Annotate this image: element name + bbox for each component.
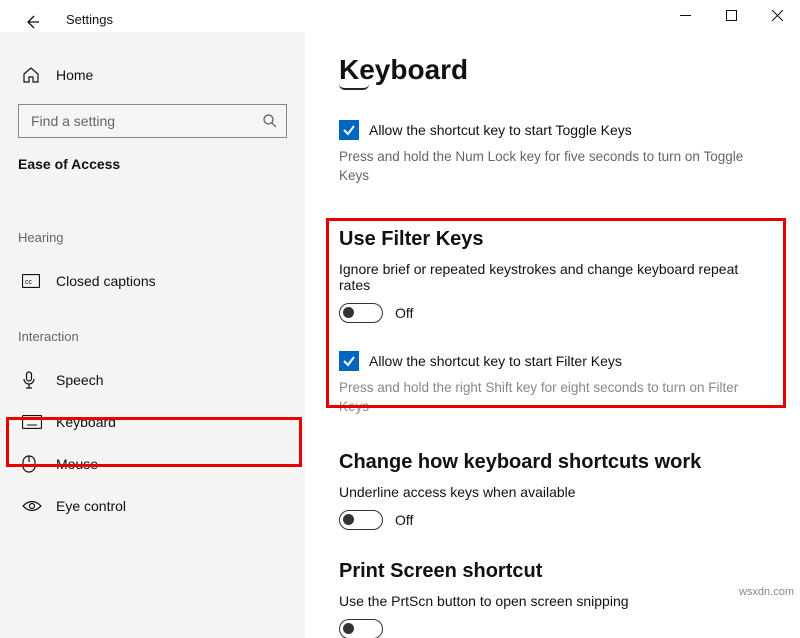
sidebar-item-keyboard[interactable]: Keyboard bbox=[0, 402, 305, 442]
printscreen-heading: Print Screen shortcut bbox=[339, 560, 770, 583]
nav-label: Closed captions bbox=[56, 273, 156, 289]
sidebar-category: Ease of Access bbox=[0, 138, 305, 172]
back-button[interactable] bbox=[20, 10, 44, 34]
toggle-keys-shortcut-checkbox[interactable] bbox=[339, 120, 359, 140]
closed-captions-icon: cc bbox=[22, 274, 42, 288]
toggle-keys-checkbox-label: Allow the shortcut key to start Toggle K… bbox=[369, 122, 632, 138]
check-icon bbox=[342, 123, 356, 137]
filter-keys-checkbox-desc: Press and hold the right Shift key for e… bbox=[339, 379, 759, 417]
search-box[interactable] bbox=[18, 104, 287, 138]
page-title: Keyboard bbox=[339, 54, 770, 86]
printscreen-desc: Use the PrtScn button to open screen sni… bbox=[339, 593, 770, 609]
search-input[interactable] bbox=[31, 113, 262, 129]
toggle-keys-checkbox-row: Allow the shortcut key to start Toggle K… bbox=[339, 120, 770, 140]
nav-label: Mouse bbox=[56, 456, 98, 472]
window-title: Settings bbox=[66, 12, 113, 27]
underline-access-toggle[interactable] bbox=[339, 510, 383, 530]
underline-access-toggle-state: Off bbox=[395, 512, 413, 528]
underline-access-label: Underline access keys when available bbox=[339, 484, 770, 500]
filter-keys-checkbox-label: Allow the shortcut key to start Filter K… bbox=[369, 353, 622, 369]
nav-label: Eye control bbox=[56, 498, 126, 514]
eye-icon bbox=[22, 499, 42, 513]
sidebar-home[interactable]: Home bbox=[0, 60, 305, 90]
arrow-left-icon bbox=[24, 14, 40, 30]
filter-keys-shortcut-checkbox[interactable] bbox=[339, 351, 359, 371]
sidebar-item-eye-control[interactable]: Eye control bbox=[0, 486, 305, 526]
shortcuts-heading: Change how keyboard shortcuts work bbox=[339, 451, 770, 474]
microphone-icon bbox=[22, 371, 42, 389]
main-panel: Keyboard Allow the shortcut key to start… bbox=[305, 32, 800, 638]
sidebar: Home Ease of Access Hearing cc Closed ca… bbox=[0, 32, 305, 638]
minimize-button[interactable] bbox=[662, 0, 708, 30]
sidebar-item-closed-captions[interactable]: cc Closed captions bbox=[0, 261, 305, 301]
keyboard-icon bbox=[22, 415, 42, 429]
sidebar-group-hearing: Hearing bbox=[0, 172, 305, 245]
sidebar-item-speech[interactable]: Speech bbox=[0, 360, 305, 400]
printscreen-toggle[interactable] bbox=[339, 619, 383, 638]
titlebar: Settings bbox=[0, 0, 800, 32]
search-icon bbox=[262, 113, 278, 129]
svg-text:cc: cc bbox=[25, 279, 33, 286]
sidebar-group-interaction: Interaction bbox=[0, 301, 305, 344]
close-button[interactable] bbox=[754, 0, 800, 30]
printscreen-toggle-row bbox=[339, 619, 770, 638]
watermark: wsxdn.com bbox=[739, 586, 794, 598]
check-icon bbox=[342, 354, 356, 368]
nav-label: Keyboard bbox=[56, 414, 116, 430]
filter-keys-toggle-state: Off bbox=[395, 305, 413, 321]
toggle-keys-desc: Press and hold the Num Lock key for five… bbox=[339, 148, 759, 186]
home-icon bbox=[22, 66, 42, 84]
nav-label: Speech bbox=[56, 372, 103, 388]
filter-keys-checkbox-row: Allow the shortcut key to start Filter K… bbox=[339, 351, 770, 371]
mouse-icon bbox=[22, 455, 42, 473]
maximize-button[interactable] bbox=[708, 0, 754, 30]
filter-keys-toggle-row: Off bbox=[339, 303, 770, 323]
underline-access-toggle-row: Off bbox=[339, 510, 770, 530]
filter-keys-desc: Ignore brief or repeated keystrokes and … bbox=[339, 261, 770, 293]
filter-keys-toggle[interactable] bbox=[339, 303, 383, 323]
sidebar-home-label: Home bbox=[56, 67, 93, 83]
window-controls bbox=[662, 0, 800, 30]
filter-keys-heading: Use Filter Keys bbox=[339, 228, 770, 251]
sidebar-item-mouse[interactable]: Mouse bbox=[0, 444, 305, 484]
